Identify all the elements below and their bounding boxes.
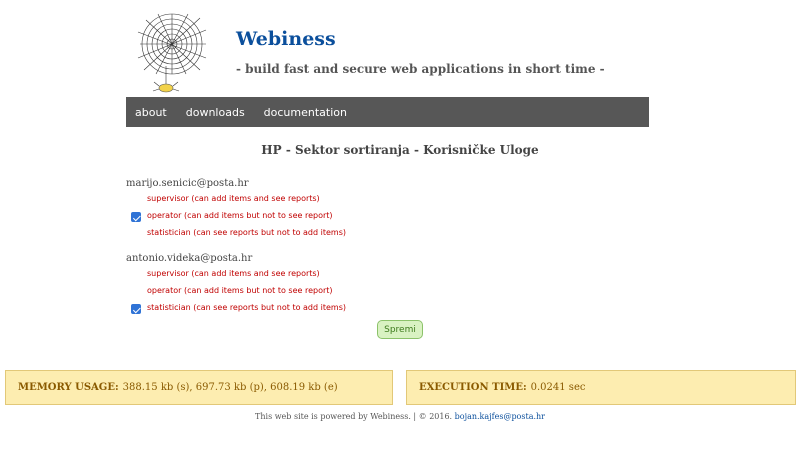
role-row-statistician: statistician (can see reports but not to… [126, 301, 346, 318]
execution-time-label: EXECUTION TIME: [419, 382, 527, 393]
role-row-operator: operator (can add items but not to see r… [126, 284, 333, 301]
nav-link-downloads[interactable]: downloads [186, 106, 245, 119]
nav-link-documentation[interactable]: documentation [264, 106, 347, 119]
save-button[interactable]: Spremi [377, 320, 423, 339]
role-label[interactable]: statistician (can see reports but not to… [147, 303, 346, 312]
role-row-statistician: statistician (can see reports but not to… [126, 226, 346, 243]
role-label[interactable]: supervisor (can add items and see report… [147, 194, 320, 203]
spider-web-logo-icon [137, 13, 207, 93]
role-checkbox-statistician[interactable] [131, 304, 141, 314]
page-title: HP - Sektor sortiranja - Korisničke Ulog… [261, 143, 539, 157]
user-email: antonio.videka@posta.hr [126, 253, 253, 264]
footer: This web site is powered by Webiness. | … [0, 412, 800, 421]
role-row-operator: operator (can add items but not to see r… [126, 209, 333, 226]
main-navbar: about downloads documentation [126, 97, 649, 127]
user-email: marijo.senicic@posta.hr [126, 178, 249, 189]
memory-usage-box: MEMORY USAGE: 388.15 kb (s), 697.73 kb (… [5, 370, 393, 405]
site-header: Webiness - build fast and secure web app… [126, 8, 649, 94]
memory-usage-value: 388.15 kb (s), 697.73 kb (p), 608.19 kb … [122, 382, 338, 393]
role-label[interactable]: supervisor (can add items and see report… [147, 269, 320, 278]
role-checkbox-operator[interactable] [131, 212, 141, 222]
user-roles-block: marijo.senicic@posta.hr supervisor (can … [126, 178, 346, 243]
site-tagline: - build fast and secure web applications… [236, 62, 605, 76]
site-title: Webiness [236, 28, 336, 50]
role-row-supervisor: supervisor (can add items and see report… [126, 192, 320, 209]
execution-time-box: EXECUTION TIME: 0.0241 sec [406, 370, 796, 405]
footer-email-link[interactable]: bojan.kajfes@posta.hr [455, 412, 545, 421]
execution-time-value: 0.0241 sec [530, 382, 586, 393]
nav-link-about[interactable]: about [135, 106, 167, 119]
memory-usage-label: MEMORY USAGE: [18, 382, 119, 393]
role-label[interactable]: operator (can add items but not to see r… [147, 286, 333, 295]
user-roles-block: antonio.videka@posta.hr supervisor (can … [126, 253, 346, 318]
footer-text: This web site is powered by Webiness. | … [255, 412, 453, 421]
role-label[interactable]: operator (can add items but not to see r… [147, 211, 333, 220]
role-label[interactable]: statistician (can see reports but not to… [147, 228, 346, 237]
role-row-supervisor: supervisor (can add items and see report… [126, 267, 320, 284]
